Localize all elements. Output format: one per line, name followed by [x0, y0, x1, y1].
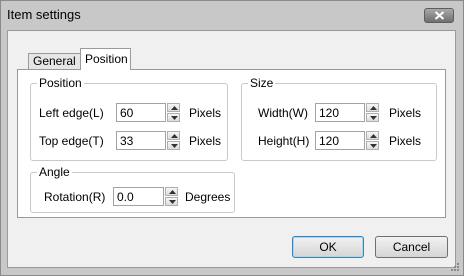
left-edge-input[interactable] [117, 104, 165, 121]
cancel-button[interactable]: Cancel [375, 236, 448, 258]
spin-up-button[interactable] [167, 103, 180, 112]
left-edge-unit: Pixels [189, 106, 222, 120]
size-group-legend: Size [248, 76, 276, 90]
spin-up-button[interactable] [167, 131, 180, 140]
arrow-down-icon [171, 116, 178, 120]
arrow-up-icon [169, 190, 176, 194]
spin-down-button[interactable] [165, 197, 178, 206]
rotation-label: Rotation(R) [44, 190, 106, 204]
arrow-up-icon [370, 106, 377, 110]
spin-up-button[interactable] [165, 187, 178, 196]
spin-up-button[interactable] [366, 131, 379, 140]
left-edge-label: Left edge(L) [39, 106, 104, 120]
ok-button[interactable]: OK [292, 236, 364, 258]
rotation-field[interactable] [113, 187, 164, 206]
top-edge-label: Top edge(T) [39, 134, 104, 148]
spin-down-button[interactable] [167, 113, 180, 122]
tab-position[interactable]: Position [80, 48, 131, 70]
top-edge-field[interactable] [116, 131, 166, 150]
close-icon [434, 11, 445, 20]
arrow-down-icon [169, 200, 176, 204]
spin-down-button[interactable] [366, 141, 379, 150]
height-field[interactable] [315, 131, 365, 150]
width-unit: Pixels [389, 106, 422, 120]
height-label: Height(H) [258, 134, 310, 148]
left-edge-field[interactable] [116, 103, 166, 122]
width-field[interactable] [315, 103, 365, 122]
position-group-legend: Position [37, 76, 84, 90]
rotation-spinner[interactable] [165, 187, 178, 206]
rotation-input[interactable] [114, 188, 163, 205]
height-unit: Pixels [389, 134, 422, 148]
resize-grip-icon[interactable] [450, 262, 459, 271]
title-bar[interactable]: Item settings [0, 0, 462, 28]
height-input[interactable] [316, 132, 364, 149]
top-edge-spinner[interactable] [167, 131, 180, 150]
angle-group-legend: Angle [37, 165, 72, 179]
spin-down-button[interactable] [366, 113, 379, 122]
top-edge-unit: Pixels [189, 134, 222, 148]
arrow-down-icon [370, 116, 377, 120]
left-edge-spinner[interactable] [167, 103, 180, 122]
arrow-down-icon [370, 144, 377, 148]
close-button[interactable] [424, 8, 454, 23]
height-spinner[interactable] [366, 131, 379, 150]
width-label: Width(W) [258, 106, 308, 120]
rotation-unit: Degrees [185, 190, 231, 204]
spin-down-button[interactable] [167, 141, 180, 150]
window-title: Item settings [7, 7, 81, 22]
width-spinner[interactable] [366, 103, 379, 122]
arrow-up-icon [171, 134, 178, 138]
top-edge-input[interactable] [117, 132, 165, 149]
tab-general[interactable]: General [28, 53, 81, 69]
tab-panel-position: Position Left edge(L) Pixels Top edge(T)… [17, 69, 446, 218]
arrow-down-icon [171, 144, 178, 148]
width-input[interactable] [316, 104, 364, 121]
arrow-up-icon [171, 106, 178, 110]
arrow-up-icon [370, 134, 377, 138]
spin-up-button[interactable] [366, 103, 379, 112]
